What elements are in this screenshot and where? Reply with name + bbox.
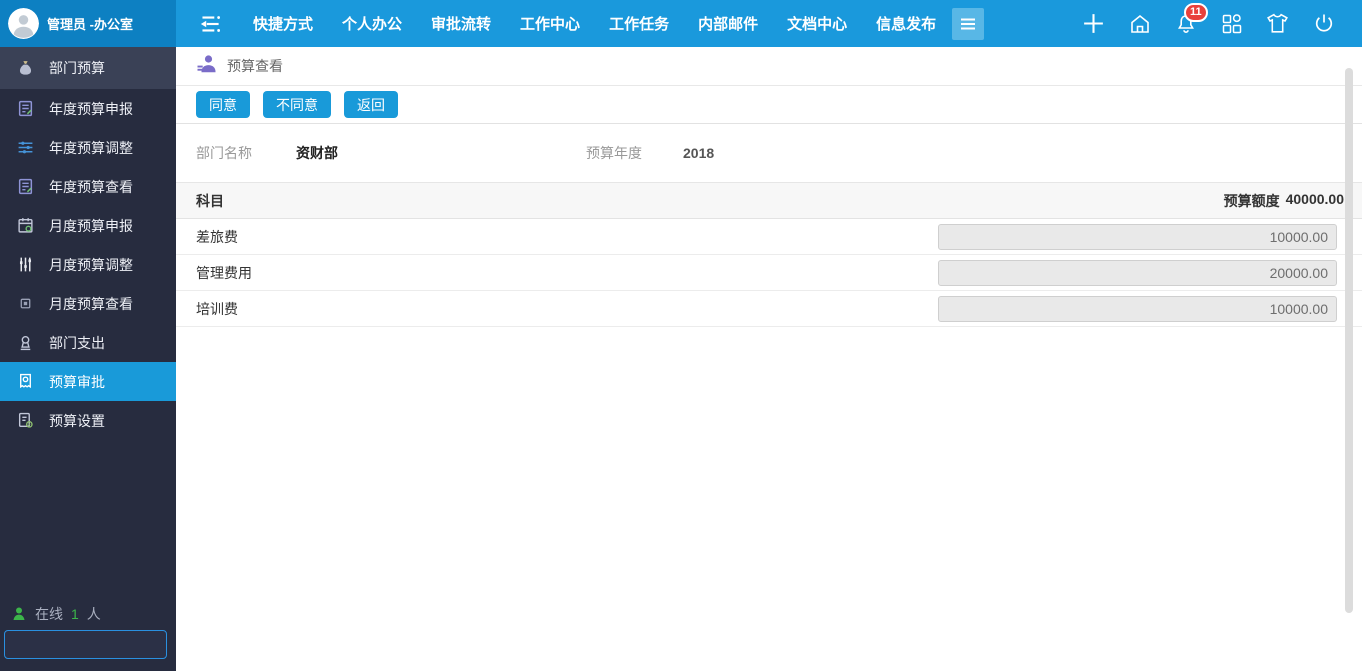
monthly-declare-calendar-icon <box>17 217 34 234</box>
sidebar-item-label: 部门支出 <box>49 334 105 351</box>
user-name: 管理员 -办公室 <box>47 17 133 32</box>
budget-quota-label: 预算额度 <box>1223 192 1280 209</box>
subject-name: 差旅费 <box>196 228 238 245</box>
sidebar-item-budget-approval[interactable]: 预算审批 <box>0 362 176 401</box>
apps-grid-icon[interactable] <box>1219 11 1244 36</box>
more-menu-icon[interactable] <box>952 7 985 40</box>
sidebar-item-annual-budget-declare[interactable]: 年度预算申报 <box>0 89 176 128</box>
vertical-scrollbar[interactable] <box>1345 68 1353 613</box>
nav-item-work-center[interactable]: 工作中心 <box>520 13 580 34</box>
page-titlebar: 预算查看 <box>176 47 1362 86</box>
sidebar-item-label: 年度预算申报 <box>49 100 133 117</box>
subject-name: 管理费用 <box>196 264 252 281</box>
budget-year-label: 预算年度 <box>586 145 642 161</box>
sidebar-item-label: 年度预算调整 <box>49 139 133 156</box>
sidebar-item-label: 预算设置 <box>49 412 105 429</box>
add-icon[interactable] <box>1081 11 1106 36</box>
nav-item-info-publish[interactable]: 信息发布 <box>876 13 936 34</box>
sidebar-search-input[interactable] <box>5 631 193 658</box>
nav-item-personal-office[interactable]: 个人办公 <box>342 13 402 34</box>
sidebar-item-monthly-budget-declare[interactable]: 月度预算申报 <box>0 206 176 245</box>
home-icon[interactable] <box>1127 11 1152 36</box>
online-user-icon <box>10 606 27 623</box>
disagree-button[interactable]: 不同意 <box>263 91 331 118</box>
sidebar-searchbox <box>4 630 209 659</box>
table-row: 差旅费 <box>176 219 1362 255</box>
budget-settings-icon <box>17 412 34 429</box>
department-name-label: 部门名称 <box>196 145 252 161</box>
sidebar-item-monthly-budget-view[interactable]: 月度预算查看 <box>0 284 176 323</box>
topbar-right-icons: 11 <box>1081 3 1362 36</box>
sidebar-item-label: 月度预算申报 <box>49 217 133 234</box>
sidebar-item-monthly-budget-adjust[interactable]: 月度预算调整 <box>0 245 176 284</box>
sidebar-item-department-budget[interactable]: 部门预算 <box>0 47 176 89</box>
online-label: 在线 <box>35 606 63 622</box>
page-title: 预算查看 <box>227 58 283 74</box>
agree-button[interactable]: 同意 <box>196 91 250 118</box>
amount-input[interactable] <box>938 259 1337 286</box>
sidebar-item-department-expense[interactable]: 部门支出 <box>0 323 176 362</box>
sidebar-item-label: 部门预算 <box>49 60 105 76</box>
notification-badge: 11 <box>1184 3 1208 22</box>
sidebar-item-annual-budget-view[interactable]: 年度预算查看 <box>0 167 176 206</box>
sidebar-item-annual-budget-adjust[interactable]: 年度预算调整 <box>0 128 176 167</box>
main-content: 预算查看 同意 不同意 返回 部门名称 资财部 预算年度 2018 科目 预算额… <box>176 47 1362 671</box>
top-navigation: 快捷方式 个人办公 审批流转 工作中心 工作任务 内部邮件 文档中心 信息发布 <box>176 0 985 47</box>
sidebar: 部门预算 年度预算申报 年度预算调整 年度预算查看 月度预算申报 月度预算调整 … <box>0 47 209 671</box>
sidebar-item-budget-settings[interactable]: 预算设置 <box>0 401 176 440</box>
monthly-view-icon <box>17 295 34 312</box>
power-icon[interactable] <box>1311 11 1336 36</box>
annual-declare-form-icon <box>17 100 34 117</box>
sliders-horizontal-icon <box>17 139 34 156</box>
budget-approval-receipt-icon <box>17 373 34 390</box>
budget-view-person-icon <box>196 53 218 80</box>
app-window: 管理员 -办公室 快捷方式 个人办公 审批流转 工作中心 工作任务 内部邮件 文… <box>0 0 1362 671</box>
user-area[interactable]: 管理员 -办公室 <box>0 0 176 47</box>
table-row: 管理费用 <box>176 255 1362 291</box>
online-status: 在线 1 人 <box>10 604 101 624</box>
user-avatar[interactable] <box>8 8 39 39</box>
sidebar-item-label: 月度预算调整 <box>49 256 133 273</box>
department-name-value: 资财部 <box>296 145 338 161</box>
amount-input[interactable] <box>938 223 1337 250</box>
theme-shirt-icon[interactable] <box>1265 11 1290 36</box>
amount-input[interactable] <box>938 295 1337 322</box>
online-count: 1 <box>71 606 79 622</box>
nav-item-document-center[interactable]: 文档中心 <box>787 13 847 34</box>
budget-quota: 预算额度 40000.00 <box>1224 191 1344 211</box>
budget-info-row: 部门名称 资财部 预算年度 2018 <box>176 124 1362 183</box>
sidebar-item-label: 月度预算查看 <box>49 295 133 312</box>
nav-item-internal-mail[interactable]: 内部邮件 <box>698 13 758 34</box>
money-bag-icon <box>17 60 34 77</box>
back-button[interactable]: 返回 <box>344 91 398 118</box>
subject-name: 培训费 <box>196 300 238 317</box>
subject-column-header: 科目 <box>196 192 224 209</box>
sliders-vertical-icon <box>17 256 34 273</box>
nav-item-work-tasks[interactable]: 工作任务 <box>609 13 669 34</box>
subject-table-header: 科目 预算额度 40000.00 <box>176 183 1362 219</box>
action-button-bar: 同意 不同意 返回 <box>176 86 1362 124</box>
budget-year-value: 2018 <box>683 145 715 161</box>
online-unit: 人 <box>86 606 101 622</box>
notifications-bell-icon[interactable]: 11 <box>1173 3 1208 36</box>
nav-item-shortcuts[interactable]: 快捷方式 <box>253 13 313 34</box>
annual-view-form-icon <box>17 178 34 195</box>
sidebar-item-label: 预算审批 <box>49 373 105 390</box>
budget-quota-value: 40000.00 <box>1285 190 1344 207</box>
collapse-menu-icon[interactable] <box>196 12 224 36</box>
sidebar-item-label: 年度预算查看 <box>49 178 133 195</box>
table-row: 培训费 <box>176 291 1362 327</box>
dept-expense-stamp-icon <box>17 334 34 351</box>
topbar: 管理员 -办公室 快捷方式 个人办公 审批流转 工作中心 工作任务 内部邮件 文… <box>0 0 1362 47</box>
nav-item-approval-flow[interactable]: 审批流转 <box>431 13 491 34</box>
